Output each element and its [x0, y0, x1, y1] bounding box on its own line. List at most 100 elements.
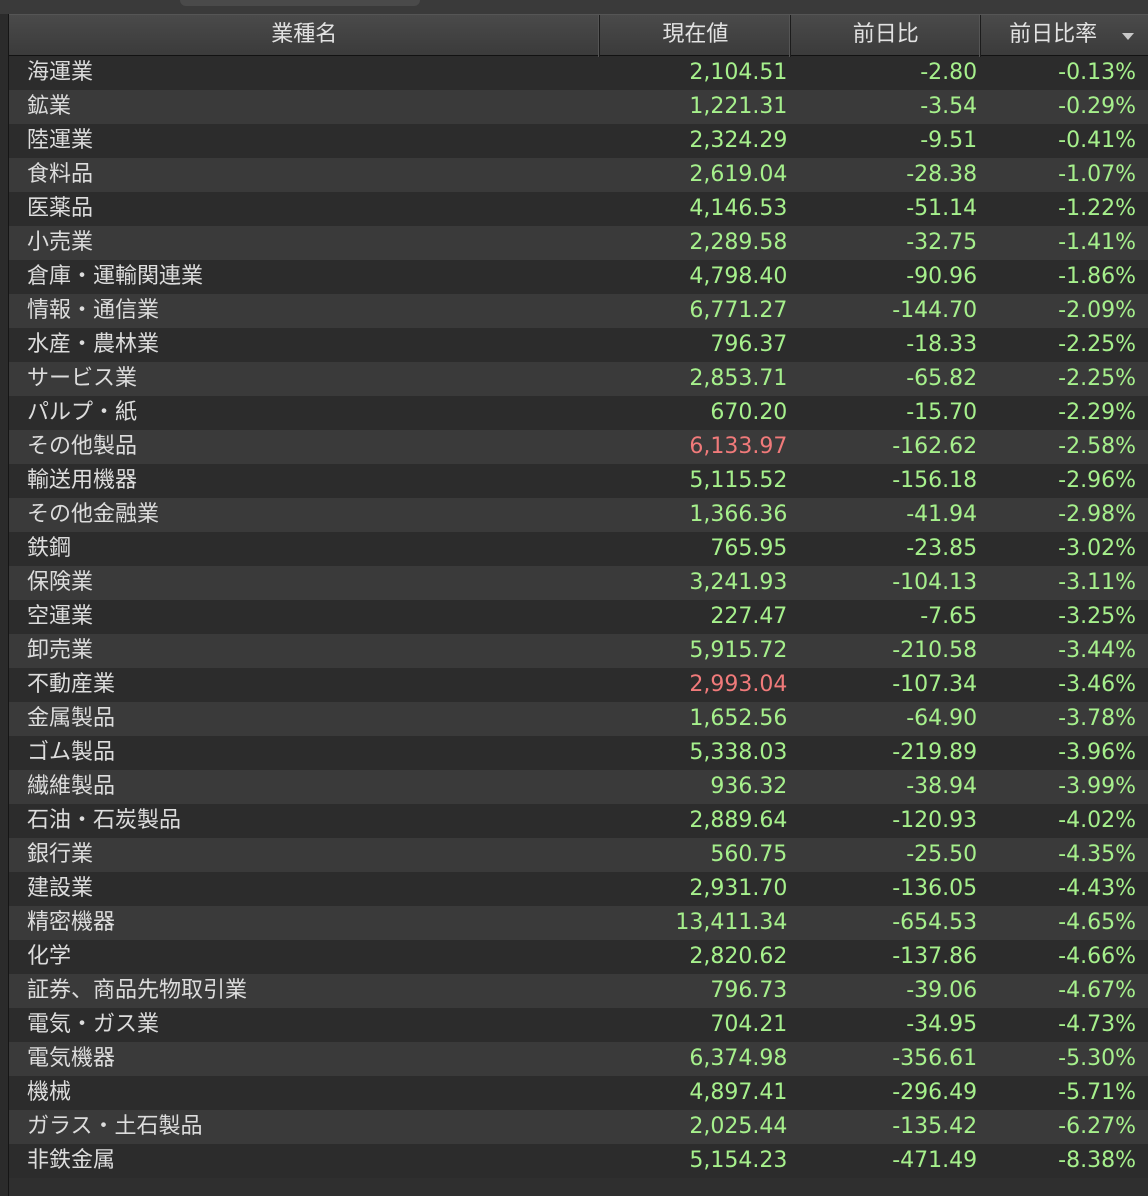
table-row[interactable]: その他金融業 1,366.36 -41.94 -2.98%: [9, 498, 1148, 532]
table-row[interactable]: 情報・通信業 6,771.27 -144.70 -2.09%: [9, 294, 1148, 328]
change-pct-cell: -2.29%: [1058, 400, 1136, 425]
change-pct-cell: -1.22%: [1058, 196, 1136, 221]
change-pct-cell: -1.07%: [1058, 162, 1136, 187]
industry-name-cell: サービス業: [27, 366, 138, 391]
industry-name-cell: 水産・農林業: [27, 332, 160, 357]
table-row[interactable]: 証券、商品先物取引業 796.73 -39.06 -4.67%: [9, 974, 1148, 1008]
table-row[interactable]: 医薬品 4,146.53 -51.14 -1.22%: [9, 192, 1148, 226]
change-pct-cell: -3.25%: [1058, 604, 1136, 629]
industry-name-cell: 輸送用機器: [27, 468, 138, 493]
change-pct-cell: -4.73%: [1058, 1012, 1136, 1037]
table-row[interactable]: 輸送用機器 5,115.52 -156.18 -2.96%: [9, 464, 1148, 498]
change-pct-cell: -2.96%: [1058, 468, 1136, 493]
industry-name-cell: 非鉄金属: [27, 1148, 116, 1173]
table-row[interactable]: 電気・ガス業 704.21 -34.95 -4.73%: [9, 1008, 1148, 1042]
table-row[interactable]: 電気機器 6,374.98 -356.61 -5.30%: [9, 1042, 1148, 1076]
current-price-cell: 6,771.27: [689, 298, 788, 323]
column-header-name[interactable]: 業種名: [9, 15, 601, 57]
table-row[interactable]: サービス業 2,853.71 -65.82 -2.25%: [9, 362, 1148, 396]
table-row[interactable]: 銀行業 560.75 -25.50 -4.35%: [9, 838, 1148, 872]
change-pct-cell: -3.11%: [1058, 570, 1136, 595]
table-row[interactable]: 食料品 2,619.04 -28.38 -1.07%: [9, 158, 1148, 192]
current-price-cell: 13,411.34: [675, 910, 788, 935]
table-body: 海運業 2,104.51 -2.80 -0.13% 鉱業 1,221.31 -3.54 -0.…: [9, 56, 1148, 1178]
top-tab-edge: [180, 0, 420, 6]
change-cell: -9.51: [920, 128, 978, 153]
current-price-cell: 4,897.41: [689, 1080, 788, 1105]
change-cell: -34.95: [906, 1012, 978, 1037]
change-cell: -3.54: [920, 94, 978, 119]
change-pct-cell: -2.58%: [1058, 434, 1136, 459]
change-cell: -28.38: [906, 162, 978, 187]
table-row[interactable]: 精密機器 13,411.34 -654.53 -4.65%: [9, 906, 1148, 940]
column-header-price[interactable]: 現在値: [600, 15, 792, 57]
column-header-change-pct-label: 前日比率: [1009, 22, 1098, 47]
table-row[interactable]: 倉庫・運輸関連業 4,798.40 -90.96 -1.86%: [9, 260, 1148, 294]
change-cell: -23.85: [906, 536, 978, 561]
change-cell: -64.90: [906, 706, 978, 731]
table-row[interactable]: ガラス・土石製品 2,025.44 -135.42 -6.27%: [9, 1110, 1148, 1144]
change-pct-cell: -3.02%: [1058, 536, 1136, 561]
change-pct-cell: -3.78%: [1058, 706, 1136, 731]
table-row[interactable]: 陸運業 2,324.29 -9.51 -0.41%: [9, 124, 1148, 158]
table-row[interactable]: 機械 4,897.41 -296.49 -5.71%: [9, 1076, 1148, 1110]
table-row[interactable]: 小売業 2,289.58 -32.75 -1.41%: [9, 226, 1148, 260]
industry-name-cell: 鉄鋼: [27, 536, 72, 561]
industry-name-cell: 証券、商品先物取引業: [27, 978, 248, 1003]
column-header-change[interactable]: 前日比: [791, 15, 982, 57]
table-row[interactable]: 卸売業 5,915.72 -210.58 -3.44%: [9, 634, 1148, 668]
change-pct-cell: -4.35%: [1058, 842, 1136, 867]
change-cell: -156.18: [892, 468, 978, 493]
industry-name-cell: 医薬品: [27, 196, 94, 221]
current-price-cell: 1,652.56: [689, 706, 788, 731]
table-row[interactable]: 空運業 227.47 -7.65 -3.25%: [9, 600, 1148, 634]
industry-name-cell: 建設業: [27, 876, 94, 901]
current-price-cell: 1,221.31: [689, 94, 788, 119]
change-cell: -25.50: [906, 842, 978, 867]
change-cell: -135.42: [892, 1114, 978, 1139]
current-price-cell: 5,915.72: [689, 638, 788, 663]
change-cell: -219.89: [892, 740, 978, 765]
current-price-cell: 5,115.52: [689, 468, 788, 493]
table-row[interactable]: 鉄鋼 765.95 -23.85 -3.02%: [9, 532, 1148, 566]
current-price-cell: 670.20: [710, 400, 788, 425]
industry-name-cell: その他製品: [27, 434, 138, 459]
table-row[interactable]: 不動産業 2,993.04 -107.34 -3.46%: [9, 668, 1148, 702]
change-cell: -90.96: [906, 264, 978, 289]
table-row[interactable]: 保険業 3,241.93 -104.13 -3.11%: [9, 566, 1148, 600]
change-cell: -162.62: [892, 434, 978, 459]
table-row[interactable]: 水産・農林業 796.37 -18.33 -2.25%: [9, 328, 1148, 362]
current-price-cell: 936.32: [710, 774, 788, 799]
change-pct-cell: -4.43%: [1058, 876, 1136, 901]
table-row[interactable]: 石油・石炭製品 2,889.64 -120.93 -4.02%: [9, 804, 1148, 838]
table-row[interactable]: 化学 2,820.62 -137.86 -4.66%: [9, 940, 1148, 974]
change-pct-cell: -4.65%: [1058, 910, 1136, 935]
industry-index-table: 業種名 現在値 前日比 前日比率 海運業 2,104.51 -2.80 -0.13% 鉱…: [8, 14, 1148, 1196]
table-row[interactable]: パルプ・紙 670.20 -15.70 -2.29%: [9, 396, 1148, 430]
change-cell: -144.70: [892, 298, 978, 323]
table-row[interactable]: その他製品 6,133.97 -162.62 -2.58%: [9, 430, 1148, 464]
industry-name-cell: 小売業: [27, 230, 94, 255]
current-price-cell: 796.37: [710, 332, 788, 357]
table-row[interactable]: 海運業 2,104.51 -2.80 -0.13%: [9, 56, 1148, 90]
table-row[interactable]: 建設業 2,931.70 -136.05 -4.43%: [9, 872, 1148, 906]
industry-name-cell: 精密機器: [27, 910, 116, 935]
change-pct-cell: -3.99%: [1058, 774, 1136, 799]
table-row[interactable]: 繊維製品 936.32 -38.94 -3.99%: [9, 770, 1148, 804]
sort-descending-icon[interactable]: [1122, 33, 1134, 40]
industry-name-cell: ゴム製品: [27, 740, 116, 765]
table-row[interactable]: 非鉄金属 5,154.23 -471.49 -8.38%: [9, 1144, 1148, 1178]
industry-name-cell: 空運業: [27, 604, 94, 629]
change-pct-cell: -4.67%: [1058, 978, 1136, 1003]
table-row[interactable]: 鉱業 1,221.31 -3.54 -0.29%: [9, 90, 1148, 124]
industry-name-cell: 陸運業: [27, 128, 94, 153]
column-header-change-pct[interactable]: 前日比率: [981, 15, 1148, 57]
table-row[interactable]: ゴム製品 5,338.03 -219.89 -3.96%: [9, 736, 1148, 770]
table-row[interactable]: 金属製品 1,652.56 -64.90 -3.78%: [9, 702, 1148, 736]
current-price-cell: 4,798.40: [689, 264, 788, 289]
current-price-cell: 2,931.70: [689, 876, 788, 901]
industry-name-cell: その他金融業: [27, 502, 160, 527]
change-cell: -65.82: [906, 366, 978, 391]
change-cell: -38.94: [906, 774, 978, 799]
current-price-cell: 5,338.03: [689, 740, 788, 765]
